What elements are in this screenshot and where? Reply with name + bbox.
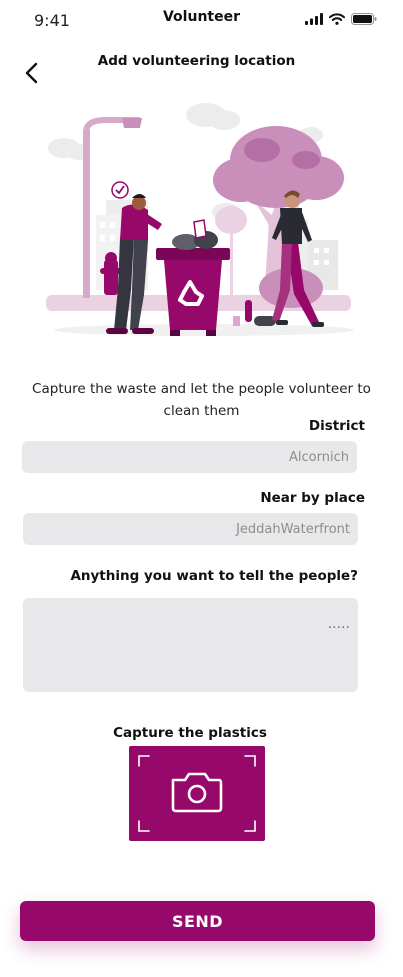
district-field[interactable] <box>22 441 357 473</box>
battery-icon <box>351 13 377 25</box>
status-icons <box>305 13 377 25</box>
viewfinder-frame <box>138 755 256 832</box>
page-title: Add volunteering location <box>97 53 296 69</box>
wifi-icon <box>329 13 345 25</box>
recycle-bin <box>156 219 230 336</box>
instruction-caption: Capture the waste and let the people vol… <box>32 381 371 419</box>
near-by-place-field[interactable] <box>23 513 358 545</box>
camera-icon <box>171 772 223 813</box>
capture-label: Capture the plastics <box>113 725 267 741</box>
near-by-place-label: Near by place <box>260 490 365 506</box>
district-label: District <box>308 418 365 434</box>
send-button[interactable]: SEND <box>20 901 375 941</box>
capture-plastics-button[interactable] <box>129 746 265 841</box>
signal-icon <box>305 13 323 25</box>
message-textarea[interactable] <box>23 598 358 692</box>
message-label: Anything you want to tell the people? <box>70 568 358 584</box>
volunteer-illustration <box>46 103 354 336</box>
